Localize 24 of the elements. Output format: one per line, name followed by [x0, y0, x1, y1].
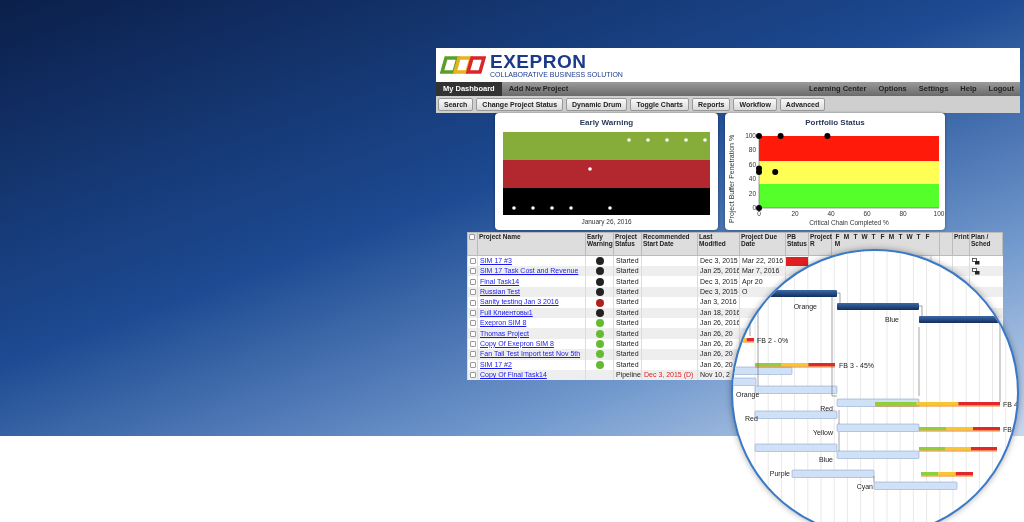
- data-point: [756, 205, 762, 211]
- checkbox[interactable]: [470, 361, 476, 368]
- data-point: [824, 133, 831, 139]
- checkbox[interactable]: [470, 330, 476, 337]
- checkbox[interactable]: [470, 309, 476, 316]
- data-point: [777, 133, 784, 139]
- data-point: [772, 169, 779, 175]
- checkbox[interactable]: [470, 320, 476, 327]
- chart-title: Early Warning: [579, 117, 634, 129]
- schedule-icon[interactable]: [972, 267, 980, 275]
- checkbox[interactable]: [470, 278, 476, 285]
- brand-name: EXEPRON: [490, 52, 588, 71]
- chart-title: Portfolio Status: [805, 117, 865, 129]
- schedule-icon[interactable]: [972, 257, 980, 265]
- checkbox[interactable]: [470, 258, 476, 265]
- checkbox[interactable]: [470, 268, 476, 275]
- data-point: [756, 133, 762, 139]
- checkbox[interactable]: [470, 372, 476, 379]
- logo-icon: [440, 54, 486, 76]
- checkbox[interactable]: [469, 234, 475, 241]
- checkbox[interactable]: [470, 299, 476, 306]
- checkbox[interactable]: [470, 289, 476, 296]
- checkbox[interactable]: [470, 341, 476, 348]
- checkbox[interactable]: [470, 351, 476, 358]
